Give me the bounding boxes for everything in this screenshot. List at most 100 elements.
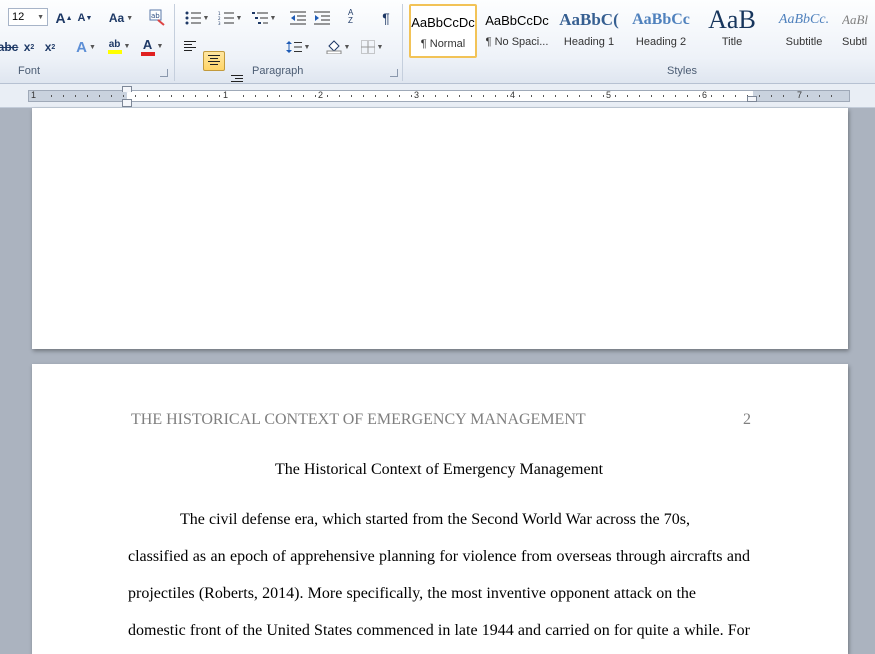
style-sample: AaBbCcDc <box>411 14 475 30</box>
align-left-button[interactable] <box>182 39 198 53</box>
ruler-tick <box>111 95 112 97</box>
style-sample: AaBbCc. <box>778 12 830 27</box>
ruler-tick <box>255 95 256 97</box>
chevron-down-icon: ▼ <box>37 13 44 21</box>
text-effects-button[interactable]: A ▼ <box>72 37 100 57</box>
ruler-number: 3 <box>414 90 420 100</box>
style-name: ¶ Normal <box>420 38 466 50</box>
ribbon: 12 ▼ A ▲ A ▼ Aa ▼ ab abc x2 x2 A ▼ ab ▼ A ▼ … <box>0 0 875 99</box>
group-divider <box>402 4 403 81</box>
ruler-tick <box>423 95 424 97</box>
ruler-tick <box>351 95 352 97</box>
ruler-tick <box>339 95 340 97</box>
document-page-1[interactable] <box>32 108 848 349</box>
paragraph-dialog-launcher[interactable] <box>390 69 398 77</box>
right-indent-handle[interactable] <box>747 96 757 102</box>
ruler-tick <box>759 95 760 97</box>
ruler-tick <box>495 95 496 97</box>
subscript-button[interactable]: x2 <box>20 37 38 57</box>
ruler-number: 5 <box>606 90 612 100</box>
multilevel-list-button[interactable]: ▼ <box>249 8 279 28</box>
ruler-tick <box>519 95 520 97</box>
decrease-indent-button[interactable] <box>288 8 308 28</box>
increase-indent-button[interactable] <box>312 8 332 28</box>
grow-font-button[interactable]: A ▲ <box>54 8 74 28</box>
style-title[interactable]: AaB Title <box>698 4 766 58</box>
style-heading-2[interactable]: AaBbCc Heading 2 <box>627 4 695 58</box>
ruler-tick <box>123 95 124 97</box>
horizontal-ruler[interactable]: 1 1 2 3 4 5 6 7 <box>28 90 850 102</box>
bullets-button[interactable]: ▼ <box>182 8 212 28</box>
ruler-tick <box>555 95 556 97</box>
bullets-icon <box>185 11 201 25</box>
ruler-tick <box>303 95 304 97</box>
style-sample: AaBbCc <box>632 11 690 28</box>
ruler-tick <box>543 95 544 97</box>
ruler-tick <box>615 95 616 97</box>
sort-icon: A Z <box>348 8 353 25</box>
change-case-button[interactable]: Aa ▼ <box>106 8 136 28</box>
ruler-tick <box>603 95 604 97</box>
first-line-indent-handle[interactable] <box>122 86 132 92</box>
left-indent-handle[interactable] <box>122 99 132 107</box>
style-name: Heading 2 <box>635 36 687 48</box>
ruler-tick <box>675 95 676 97</box>
font-size-value: 12 <box>12 11 25 23</box>
body-line: projectiles (Roberts, 2014). More specif… <box>128 585 696 602</box>
clear-formatting-icon: ab <box>149 9 165 26</box>
ruler-number: 2 <box>318 90 324 100</box>
style-subtle-emphasis[interactable]: AaBl Subtl <box>842 4 875 58</box>
ruler-tick <box>651 95 652 97</box>
group-divider <box>174 4 175 81</box>
font-group-label: Font <box>18 65 41 77</box>
ruler-tick <box>363 95 364 97</box>
sort-button[interactable]: A Z <box>342 6 362 28</box>
style-normal[interactable]: AaBbCcDc ¶ Normal <box>409 4 477 58</box>
align-center-button[interactable] <box>203 51 225 71</box>
strikethrough-button[interactable]: abc <box>0 37 18 57</box>
style-no-spacing[interactable]: AaBbCcDc ¶ No Spaci... <box>483 4 551 58</box>
ruler-tick <box>63 95 64 97</box>
ruler-tick <box>219 95 220 97</box>
ruler-tick <box>195 95 196 97</box>
ruler-tick <box>159 95 160 97</box>
superscript-button[interactable]: x2 <box>41 37 59 57</box>
ruler-tick <box>711 95 712 97</box>
highlight-color-bar <box>107 49 122 54</box>
clear-formatting-button[interactable]: ab <box>146 6 168 28</box>
style-sample: AaB <box>708 5 756 34</box>
ruler-number: 1 <box>31 90 37 100</box>
line-spacing-button[interactable]: ▼ <box>284 37 312 57</box>
ruler-tick <box>735 95 736 97</box>
shading-button[interactable]: ▼ <box>324 37 352 57</box>
style-sample: AaBbC( <box>559 10 619 29</box>
style-subtitle[interactable]: AaBbCc. Subtitle <box>770 4 838 58</box>
ruler-tick <box>627 95 628 97</box>
decrease-indent-icon <box>290 11 306 25</box>
ruler-tick <box>51 95 52 97</box>
ruler-tick <box>687 95 688 97</box>
ruler-tick <box>483 95 484 97</box>
borders-button[interactable]: ▼ <box>358 37 386 57</box>
paint-bucket-icon <box>326 40 342 54</box>
ruler-tick <box>183 95 184 97</box>
font-dialog-launcher[interactable] <box>160 69 168 77</box>
font-color-button[interactable]: A ▼ <box>138 36 166 56</box>
ruler-tick <box>411 95 412 97</box>
style-name: Heading 1 <box>563 36 615 48</box>
show-formatting-button[interactable]: ¶ <box>376 8 396 28</box>
style-heading-1[interactable]: AaBbC( Heading 1 <box>555 4 623 58</box>
ruler-tick <box>435 95 436 97</box>
highlight-button[interactable]: ab ▼ <box>104 36 134 56</box>
font-size-box[interactable]: 12 ▼ <box>8 8 48 26</box>
ruler-tick <box>639 95 640 97</box>
ruler-tick <box>147 95 148 97</box>
ruler-tick <box>135 95 136 97</box>
ruler-tick <box>507 95 508 97</box>
ruler-tick <box>87 95 88 97</box>
ruler-tick <box>579 95 580 97</box>
styles-gallery: AaBbCcDc ¶ Normal AaBbCcDc ¶ No Spaci...… <box>407 2 875 60</box>
numbering-button[interactable]: 1 2 3 ▼ <box>215 8 245 28</box>
shrink-font-button[interactable]: A ▼ <box>76 8 94 28</box>
document-page-2[interactable] <box>32 364 848 654</box>
